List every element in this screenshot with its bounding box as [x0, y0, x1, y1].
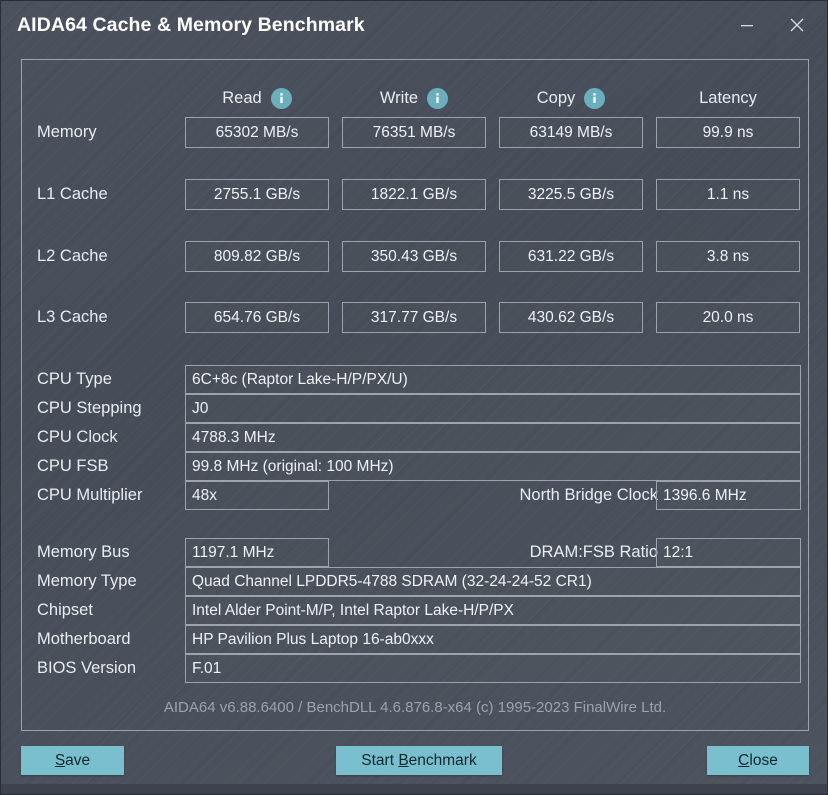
version-footnote: AIDA64 v6.88.6400 / BenchDLL 4.6.876.8-x… [163, 699, 667, 716]
start-benchmark-label: enchmark [408, 751, 477, 769]
l3-latency-value: 20.0 ns [656, 302, 800, 333]
l1-copy-value: 3225.5 GB/s [499, 179, 643, 210]
cpu-clock-label: CPU Clock [37, 428, 118, 446]
table-row-l3-cache: L3 Cache 654.76 GB/s 317.77 GB/s 430.62 … [22, 302, 808, 333]
close-button[interactable]: Close [707, 746, 809, 775]
l1-read-value: 2755.1 GB/s [185, 179, 329, 210]
column-header-latency-label: Latency [699, 88, 757, 107]
memory-latency-value: 99.9 ns [656, 117, 800, 148]
aida64-benchmark-window: AIDA64 Cache & Memory Benchmark Read Wri… [0, 0, 828, 795]
cpu-clock-value: 4788.3 MHz [185, 423, 801, 452]
l1-write-value: 1822.1 GB/s [342, 179, 486, 210]
column-header-copy: Copy [499, 83, 643, 113]
cpu-fsb-value: 99.8 MHz (original: 100 MHz) [185, 452, 801, 481]
column-header-read-label: Read [222, 88, 262, 107]
info-row-motherboard: Motherboard HP Pavilion Plus Laptop 16-a… [22, 625, 808, 654]
window-title: AIDA64 Cache & Memory Benchmark [17, 14, 365, 36]
memory-type-label: Memory Type [37, 572, 137, 590]
info-row-bios-version: BIOS Version F.01 [22, 654, 808, 683]
memory-bus-label: Memory Bus [37, 543, 130, 561]
minimize-button[interactable] [725, 5, 769, 45]
row-label-l1-cache: L1 Cache [37, 185, 108, 203]
info-row-memory-type: Memory Type Quad Channel LPDDR5-4788 SDR… [22, 567, 808, 596]
table-row-memory: Memory 65302 MB/s 76351 MB/s 63149 MB/s … [22, 117, 808, 148]
row-label-l3-cache: L3 Cache [37, 308, 108, 326]
cpu-fsb-label: CPU FSB [37, 457, 109, 475]
close-label: lose [749, 751, 778, 769]
north-bridge-clock-value: 1396.6 MHz [656, 481, 801, 510]
cpu-info-section: CPU Type 6C+8c (Raptor Lake-H/P/PX/U) CP… [22, 365, 808, 510]
info-icon[interactable] [270, 87, 292, 109]
column-header-latency: Latency [656, 83, 800, 113]
table-row-l1-cache: L1 Cache 2755.1 GB/s 1822.1 GB/s 3225.5 … [22, 179, 808, 210]
l3-write-value: 317.77 GB/s [342, 302, 486, 333]
column-header-copy-label: Copy [536, 88, 576, 107]
benchmark-panel: Read Write Copy Latency Memory 65302 MB/… [21, 59, 809, 731]
l2-copy-value: 631.22 GB/s [499, 241, 643, 272]
cpu-type-value: 6C+8c (Raptor Lake-H/P/PX/U) [185, 365, 801, 394]
memory-bus-value: 1197.1 MHz [185, 538, 329, 567]
cpu-multiplier-value: 48x [185, 481, 329, 510]
info-row-chipset: Chipset Intel Alder Point-M/P, Intel Rap… [22, 596, 808, 625]
memory-info-section: Memory Bus 1197.1 MHz DRAM:FSB Ratio 12:… [22, 538, 808, 683]
start-benchmark-accel: B [398, 751, 409, 769]
save-button[interactable]: Save [21, 746, 124, 775]
l2-read-value: 809.82 GB/s [185, 241, 329, 272]
title-bar: AIDA64 Cache & Memory Benchmark [1, 1, 827, 51]
motherboard-value: HP Pavilion Plus Laptop 16-ab0xxx [185, 625, 801, 654]
l3-read-value: 654.76 GB/s [185, 302, 329, 333]
memory-type-value: Quad Channel LPDDR5-4788 SDRAM (32-24-24… [185, 567, 801, 596]
row-label-memory: Memory [37, 123, 97, 141]
info-row-cpu-type: CPU Type 6C+8c (Raptor Lake-H/P/PX/U) [22, 365, 808, 394]
row-label-l2-cache: L2 Cache [37, 247, 108, 265]
cpu-type-label: CPU Type [37, 370, 112, 388]
info-row-cpu-multiplier: CPU Multiplier 48x North Bridge Clock 13… [22, 481, 808, 510]
l2-write-value: 350.43 GB/s [342, 241, 486, 272]
info-row-cpu-stepping: CPU Stepping J0 [22, 394, 808, 423]
close-icon [790, 18, 804, 32]
memory-read-value: 65302 MB/s [185, 117, 329, 148]
table-row-l2-cache: L2 Cache 809.82 GB/s 350.43 GB/s 631.22 … [22, 241, 808, 272]
start-benchmark-button[interactable]: Start Benchmark [336, 746, 502, 775]
status-bar [1, 784, 827, 794]
chipset-value: Intel Alder Point-M/P, Intel Raptor Lake… [185, 596, 801, 625]
cpu-multiplier-label: CPU Multiplier [37, 486, 143, 504]
l2-latency-value: 3.8 ns [656, 241, 800, 272]
bios-version-value: F.01 [185, 654, 801, 683]
info-row-cpu-clock: CPU Clock 4788.3 MHz [22, 423, 808, 452]
memory-copy-value: 63149 MB/s [499, 117, 643, 148]
window-close-button[interactable] [775, 5, 819, 45]
info-row-cpu-fsb: CPU FSB 99.8 MHz (original: 100 MHz) [22, 452, 808, 481]
column-header-write-label: Write [379, 88, 419, 107]
cpu-stepping-value: J0 [185, 394, 801, 423]
cpu-stepping-label: CPU Stepping [37, 399, 142, 417]
l3-copy-value: 430.62 GB/s [499, 302, 643, 333]
north-bridge-clock-label: North Bridge Clock [519, 486, 658, 504]
info-row-memory-bus: Memory Bus 1197.1 MHz DRAM:FSB Ratio 12:… [22, 538, 808, 567]
info-icon[interactable] [427, 87, 449, 109]
close-accel: C [738, 751, 750, 769]
info-icon[interactable] [584, 87, 606, 109]
dram-fsb-ratio-label: DRAM:FSB Ratio [529, 543, 658, 561]
dram-fsb-ratio-value: 12:1 [656, 538, 801, 567]
save-accel: S [54, 751, 66, 769]
memory-write-value: 76351 MB/s [342, 117, 486, 148]
chipset-label: Chipset [37, 601, 93, 619]
benchmark-column-headers: Read Write Copy Latency [22, 83, 808, 113]
column-header-read: Read [185, 83, 329, 113]
save-label: ave [65, 751, 91, 769]
l1-latency-value: 1.1 ns [656, 179, 800, 210]
bios-version-label: BIOS Version [37, 659, 137, 677]
start-benchmark-prefix: Start [361, 751, 399, 769]
column-header-write: Write [342, 83, 486, 113]
motherboard-label: Motherboard [37, 630, 131, 648]
minimize-icon [741, 25, 753, 27]
